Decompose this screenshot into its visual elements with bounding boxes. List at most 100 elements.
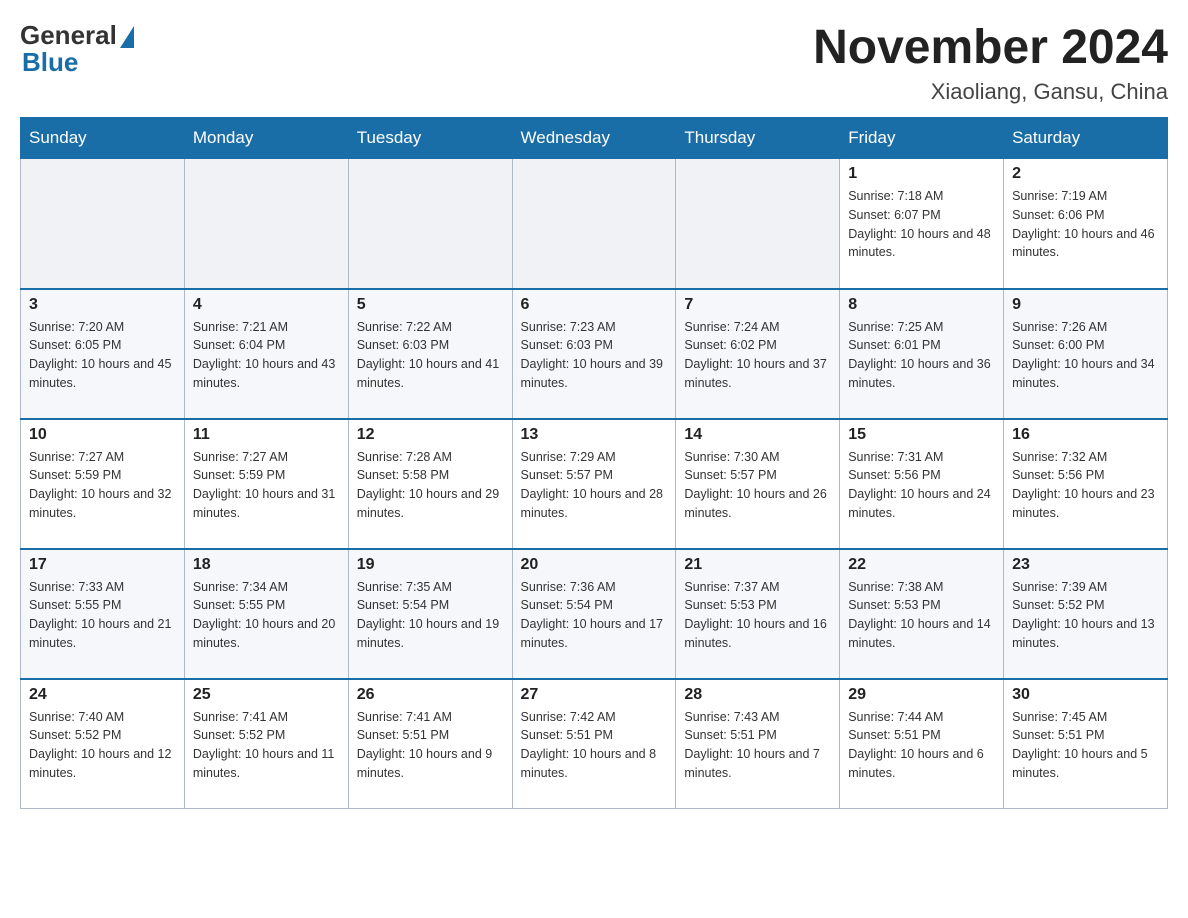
day-info: Sunrise: 7:27 AM Sunset: 5:59 PM Dayligh… (193, 448, 340, 523)
day-info: Sunrise: 7:25 AM Sunset: 6:01 PM Dayligh… (848, 318, 995, 393)
day-info: Sunrise: 7:37 AM Sunset: 5:53 PM Dayligh… (684, 578, 831, 653)
day-info: Sunrise: 7:43 AM Sunset: 5:51 PM Dayligh… (684, 708, 831, 783)
calendar-cell: 15Sunrise: 7:31 AM Sunset: 5:56 PM Dayli… (840, 419, 1004, 549)
logo: General Blue (20, 20, 134, 78)
day-number: 16 (1012, 426, 1159, 444)
day-number: 19 (357, 556, 504, 574)
calendar-cell: 10 Sunrise: 7:27 AM Sunset: 5:59 PM Dayli… (21, 419, 185, 549)
day-info: Sunrise: 7:20 AM Sunset: 6:05 PM Dayligh… (29, 318, 176, 393)
day-info: Sunrise: 7:34 AM Sunset: 5:55 PM Dayligh… (193, 578, 340, 653)
day-number: 8 (848, 296, 995, 314)
day-number: 5 (357, 296, 504, 314)
page-header: General Blue November 2024 Xiaoliang, Ga… (20, 20, 1168, 105)
col-thursday: Thursday (676, 118, 840, 159)
day-number: 10 (29, 426, 176, 444)
calendar-cell: 26 Sunrise: 7:41 AM Sunset: 5:51 PM Dayli… (348, 679, 512, 809)
col-friday: Friday (840, 118, 1004, 159)
day-number: 25 (193, 686, 340, 704)
day-number: 15 (848, 426, 995, 444)
calendar-header-row: Sunday Monday Tuesday Wednesday Thursday… (21, 118, 1168, 159)
day-number: 11 (193, 426, 340, 444)
day-number: 26 (357, 686, 504, 704)
col-tuesday: Tuesday (348, 118, 512, 159)
calendar-cell: 7Sunrise: 7:24 AM Sunset: 6:02 PM Daylig… (676, 289, 840, 419)
day-number: 29 (848, 686, 995, 704)
day-number: 17 (29, 556, 176, 574)
day-info: Sunrise: 7:27 AM Sunset: 5:59 PM Dayligh… (29, 448, 176, 523)
day-info: Sunrise: 7:30 AM Sunset: 5:57 PM Dayligh… (684, 448, 831, 523)
day-info: Sunrise: 7:23 AM Sunset: 6:03 PM Dayligh… (521, 318, 668, 393)
calendar-cell: 30 Sunrise: 7:45 AM Sunset: 5:51 PM Dayli… (1004, 679, 1168, 809)
day-info: Sunrise: 7:19 AM Sunset: 6:06 PM Dayligh… (1012, 187, 1159, 262)
calendar-week-1: 1 Sunrise: 7:18 AM Sunset: 6:07 PM Daylig… (21, 159, 1168, 289)
day-number: 14 (684, 426, 831, 444)
day-number: 7 (684, 296, 831, 314)
calendar-cell (512, 159, 676, 289)
calendar-cell: 25 Sunrise: 7:41 AM Sunset: 5:52 PM Dayli… (184, 679, 348, 809)
calendar-week-3: 10 Sunrise: 7:27 AM Sunset: 5:59 PM Dayli… (21, 419, 1168, 549)
day-number: 24 (29, 686, 176, 704)
calendar-cell: 5Sunrise: 7:22 AM Sunset: 6:03 PM Daylig… (348, 289, 512, 419)
day-number: 28 (684, 686, 831, 704)
calendar-cell: 24 Sunrise: 7:40 AM Sunset: 5:52 PM Dayli… (21, 679, 185, 809)
day-info: Sunrise: 7:42 AM Sunset: 5:51 PM Dayligh… (521, 708, 668, 783)
calendar-cell: 21Sunrise: 7:37 AM Sunset: 5:53 PM Dayli… (676, 549, 840, 679)
calendar-week-5: 24 Sunrise: 7:40 AM Sunset: 5:52 PM Dayli… (21, 679, 1168, 809)
calendar-cell: 11 Sunrise: 7:27 AM Sunset: 5:59 PM Dayli… (184, 419, 348, 549)
day-number: 13 (521, 426, 668, 444)
day-number: 27 (521, 686, 668, 704)
calendar-cell (348, 159, 512, 289)
day-number: 20 (521, 556, 668, 574)
day-info: Sunrise: 7:26 AM Sunset: 6:00 PM Dayligh… (1012, 318, 1159, 393)
calendar-cell (676, 159, 840, 289)
day-number: 4 (193, 296, 340, 314)
day-number: 6 (521, 296, 668, 314)
calendar-cell: 3 Sunrise: 7:20 AM Sunset: 6:05 PM Daylig… (21, 289, 185, 419)
col-wednesday: Wednesday (512, 118, 676, 159)
day-info: Sunrise: 7:33 AM Sunset: 5:55 PM Dayligh… (29, 578, 176, 653)
calendar-cell: 14 Sunrise: 7:30 AM Sunset: 5:57 PM Dayli… (676, 419, 840, 549)
calendar-cell: 12Sunrise: 7:28 AM Sunset: 5:58 PM Dayli… (348, 419, 512, 549)
logo-blue-text: Blue (22, 47, 78, 78)
day-info: Sunrise: 7:44 AM Sunset: 5:51 PM Dayligh… (848, 708, 995, 783)
day-number: 30 (1012, 686, 1159, 704)
day-info: Sunrise: 7:36 AM Sunset: 5:54 PM Dayligh… (521, 578, 668, 653)
calendar-cell: 1 Sunrise: 7:18 AM Sunset: 6:07 PM Daylig… (840, 159, 1004, 289)
logo-triangle-icon (120, 26, 134, 48)
calendar-week-4: 17 Sunrise: 7:33 AM Sunset: 5:55 PM Dayli… (21, 549, 1168, 679)
calendar-cell: 17 Sunrise: 7:33 AM Sunset: 5:55 PM Dayli… (21, 549, 185, 679)
calendar-cell: 28 Sunrise: 7:43 AM Sunset: 5:51 PM Dayli… (676, 679, 840, 809)
col-monday: Monday (184, 118, 348, 159)
calendar-table: Sunday Monday Tuesday Wednesday Thursday… (20, 117, 1168, 809)
day-info: Sunrise: 7:40 AM Sunset: 5:52 PM Dayligh… (29, 708, 176, 783)
day-info: Sunrise: 7:18 AM Sunset: 6:07 PM Dayligh… (848, 187, 995, 262)
calendar-cell: 18 Sunrise: 7:34 AM Sunset: 5:55 PM Dayli… (184, 549, 348, 679)
calendar-cell: 13Sunrise: 7:29 AM Sunset: 5:57 PM Dayli… (512, 419, 676, 549)
calendar-cell: 2 Sunrise: 7:19 AM Sunset: 6:06 PM Daylig… (1004, 159, 1168, 289)
day-number: 2 (1012, 165, 1159, 183)
calendar-cell: 16 Sunrise: 7:32 AM Sunset: 5:56 PM Dayli… (1004, 419, 1168, 549)
calendar-cell: 27 Sunrise: 7:42 AM Sunset: 5:51 PM Dayli… (512, 679, 676, 809)
day-number: 18 (193, 556, 340, 574)
day-info: Sunrise: 7:41 AM Sunset: 5:52 PM Dayligh… (193, 708, 340, 783)
calendar-cell (184, 159, 348, 289)
day-number: 9 (1012, 296, 1159, 314)
day-number: 23 (1012, 556, 1159, 574)
calendar-cell: 6 Sunrise: 7:23 AM Sunset: 6:03 PM Daylig… (512, 289, 676, 419)
day-info: Sunrise: 7:45 AM Sunset: 5:51 PM Dayligh… (1012, 708, 1159, 783)
calendar-cell: 29 Sunrise: 7:44 AM Sunset: 5:51 PM Dayli… (840, 679, 1004, 809)
col-sunday: Sunday (21, 118, 185, 159)
day-number: 1 (848, 165, 995, 183)
day-number: 22 (848, 556, 995, 574)
day-info: Sunrise: 7:32 AM Sunset: 5:56 PM Dayligh… (1012, 448, 1159, 523)
calendar-cell: 22 Sunrise: 7:38 AM Sunset: 5:53 PM Dayli… (840, 549, 1004, 679)
day-info: Sunrise: 7:21 AM Sunset: 6:04 PM Dayligh… (193, 318, 340, 393)
title-area: November 2024 Xiaoliang, Gansu, China (813, 20, 1168, 105)
day-number: 3 (29, 296, 176, 314)
day-info: Sunrise: 7:41 AM Sunset: 5:51 PM Dayligh… (357, 708, 504, 783)
day-info: Sunrise: 7:35 AM Sunset: 5:54 PM Dayligh… (357, 578, 504, 653)
calendar-cell: 19 Sunrise: 7:35 AM Sunset: 5:54 PM Dayli… (348, 549, 512, 679)
col-saturday: Saturday (1004, 118, 1168, 159)
calendar-cell: 9 Sunrise: 7:26 AM Sunset: 6:00 PM Daylig… (1004, 289, 1168, 419)
day-info: Sunrise: 7:38 AM Sunset: 5:53 PM Dayligh… (848, 578, 995, 653)
